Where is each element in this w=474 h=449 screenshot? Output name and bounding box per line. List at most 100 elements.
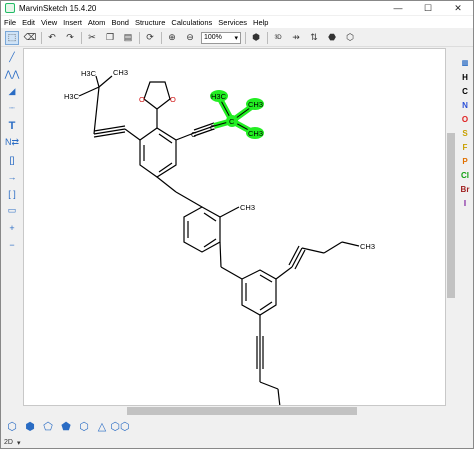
h3c-left-label: H3C [64,92,80,101]
alkyne-carbon-label-1: C [191,130,197,139]
toolbar-separator [139,31,140,44]
horizontal-scroll-thumb[interactable] [127,407,357,415]
menu-help[interactable]: Help [253,18,268,27]
dotted-bond-icon[interactable]: ┈ [3,101,21,116]
main-toolbar: ⬚ ⌫ ↶ ↷ ✂ ❐ ▤ ⟳ ⊕ ⊖ 100% ▾ ⬢ ³ᴰ ⇸ ⇅ ⬣ ⬡ [1,29,473,47]
ring-icon[interactable]: ⬡ [343,31,357,45]
periodic-toolbar: ▥ H C N O S F P Cl Br I [457,56,473,236]
title-bar: MarvinSketch 15.4.20 — ☐ ✕ [1,1,473,15]
carbon-selected-label: C [229,117,235,126]
h3c-top-label: H3C [81,69,97,78]
vertical-scrollbar[interactable] [446,48,456,406]
element-i[interactable]: I [457,196,473,210]
minimize-button[interactable]: — [383,1,413,15]
chevron-down-icon: ▾ [234,34,238,42]
menu-services[interactable]: Services [218,18,247,27]
reaction-arrow-icon[interactable]: N⇄ [3,135,21,150]
oxygen-label-2: O [170,95,176,104]
element-p[interactable]: P [457,154,473,168]
clean-icon[interactable]: ⟳ [143,31,157,45]
eraser-icon[interactable]: ⌫ [23,31,37,45]
toolbar-separator [81,31,82,44]
single-bond-icon[interactable]: ╱ [3,50,21,65]
flip-icon[interactable]: ⇅ [307,31,321,45]
arrow-icon[interactable]: → [3,169,21,184]
minus-icon[interactable]: − [3,237,21,252]
toolbar-separator [267,31,268,44]
window-controls: — ☐ ✕ [383,1,473,15]
maximize-button[interactable]: ☐ [413,1,443,15]
toolbar-separator [161,31,162,44]
cyclohexane-template-icon[interactable]: ⬢ [22,419,38,433]
align-icon[interactable]: ⇸ [289,31,303,45]
cyclopropane-template-icon[interactable]: △ [94,419,110,433]
redo-icon[interactable]: ↷ [63,31,77,45]
dimension-mode[interactable]: 2D [4,439,13,446]
square-bracket-icon[interactable]: [ ] [3,186,21,201]
element-h[interactable]: H [457,70,473,84]
periodic-table-icon[interactable]: ▥ [457,56,473,70]
menu-bar: File Edit View Insert Atom Bond Structur… [1,16,473,28]
ch3-ring2-label: CH3 [240,203,255,212]
app-icon [5,3,15,13]
element-f[interactable]: F [457,140,473,154]
menu-structure[interactable]: Structure [135,18,165,27]
element-cl[interactable]: Cl [457,168,473,182]
zoom-out-icon[interactable]: ⊖ [183,31,197,45]
menu-calculations[interactable]: Calculations [171,18,212,27]
ch3-right-label: CH3 [360,242,375,251]
menu-insert[interactable]: Insert [63,18,82,27]
molecule-icon[interactable]: ⬣ [325,31,339,45]
horizontal-scrollbar[interactable] [23,406,446,416]
window-title: MarvinSketch 15.4.20 [19,3,97,13]
close-button[interactable]: ✕ [443,1,473,15]
bracket-icon[interactable]: [] [3,152,21,167]
element-o[interactable]: O [457,112,473,126]
copy-icon[interactable]: ❐ [103,31,117,45]
zoom-in-icon[interactable]: ⊕ [165,31,179,45]
element-n[interactable]: N [457,98,473,112]
zoom-value: 100% [204,34,222,41]
ch3-selected-label-2: CH3 [248,129,263,138]
help-icon[interactable]: ⬢ [249,31,263,45]
zoom-select[interactable]: 100% ▾ [201,31,241,44]
cyclopentadiene-template-icon[interactable]: ⬟ [58,419,74,433]
toolbar-separator [41,31,42,44]
cycloheptane-template-icon[interactable]: ⬡ [76,419,92,433]
3d-icon[interactable]: ³ᴰ [271,31,285,45]
text-tool-icon[interactable]: T [3,118,21,133]
dimension-selector[interactable]: ▾ [17,439,21,447]
h3c-selected-label: H3C [211,92,227,101]
rectangle-icon[interactable]: ▭ [3,203,21,218]
left-toolbar: ╱ ⋀⋀ ◢ ┈ T N⇄ [] → [ ] ▭ + − [1,48,23,408]
element-s[interactable]: S [457,126,473,140]
element-c[interactable]: C [457,84,473,98]
vertical-scroll-thumb[interactable] [447,133,455,298]
chain-icon[interactable]: ⋀⋀ [3,67,21,82]
plus-icon[interactable]: + [3,220,21,235]
ch3-selected-label-1: CH3 [248,100,263,109]
menu-atom[interactable]: Atom [88,18,106,27]
undo-icon[interactable]: ↶ [45,31,59,45]
select-tool-icon[interactable]: ⬚ [5,30,19,45]
oxygen-label-1: O [139,95,145,104]
menu-edit[interactable]: Edit [22,18,35,27]
template-toolbar: ⬡ ⬢ ⬠ ⬟ ⬡ △ ⬡⬡ [1,418,473,434]
cyclopentane-template-icon[interactable]: ⬠ [40,419,56,433]
wedge-bond-icon[interactable]: ◢ [3,84,21,99]
cut-icon[interactable]: ✂ [85,31,99,45]
sketch-canvas[interactable]: H3C CH3 H3C O O CH3 CH3 H3C CH3 CH3 C C … [23,48,446,406]
toolbar-separator [245,31,246,44]
molecule-drawing: H3C CH3 H3C O O CH3 CH3 H3C CH3 CH3 C C … [64,68,375,405]
naphthalene-template-icon[interactable]: ⬡⬡ [110,419,129,433]
ch3-top-label: CH3 [113,68,128,77]
menu-bond[interactable]: Bond [111,18,129,27]
benzene-template-icon[interactable]: ⬡ [4,419,20,433]
alkyne-carbon-label-2: C [210,123,216,132]
marvinsketch-window: MarvinSketch 15.4.20 — ☐ ✕ File Edit Vie… [0,0,474,449]
menu-view[interactable]: View [41,18,57,27]
element-br[interactable]: Br [457,182,473,196]
paste-icon[interactable]: ▤ [121,31,135,45]
menu-file[interactable]: File [4,18,16,27]
status-bar: 2D ▾ [1,436,473,449]
